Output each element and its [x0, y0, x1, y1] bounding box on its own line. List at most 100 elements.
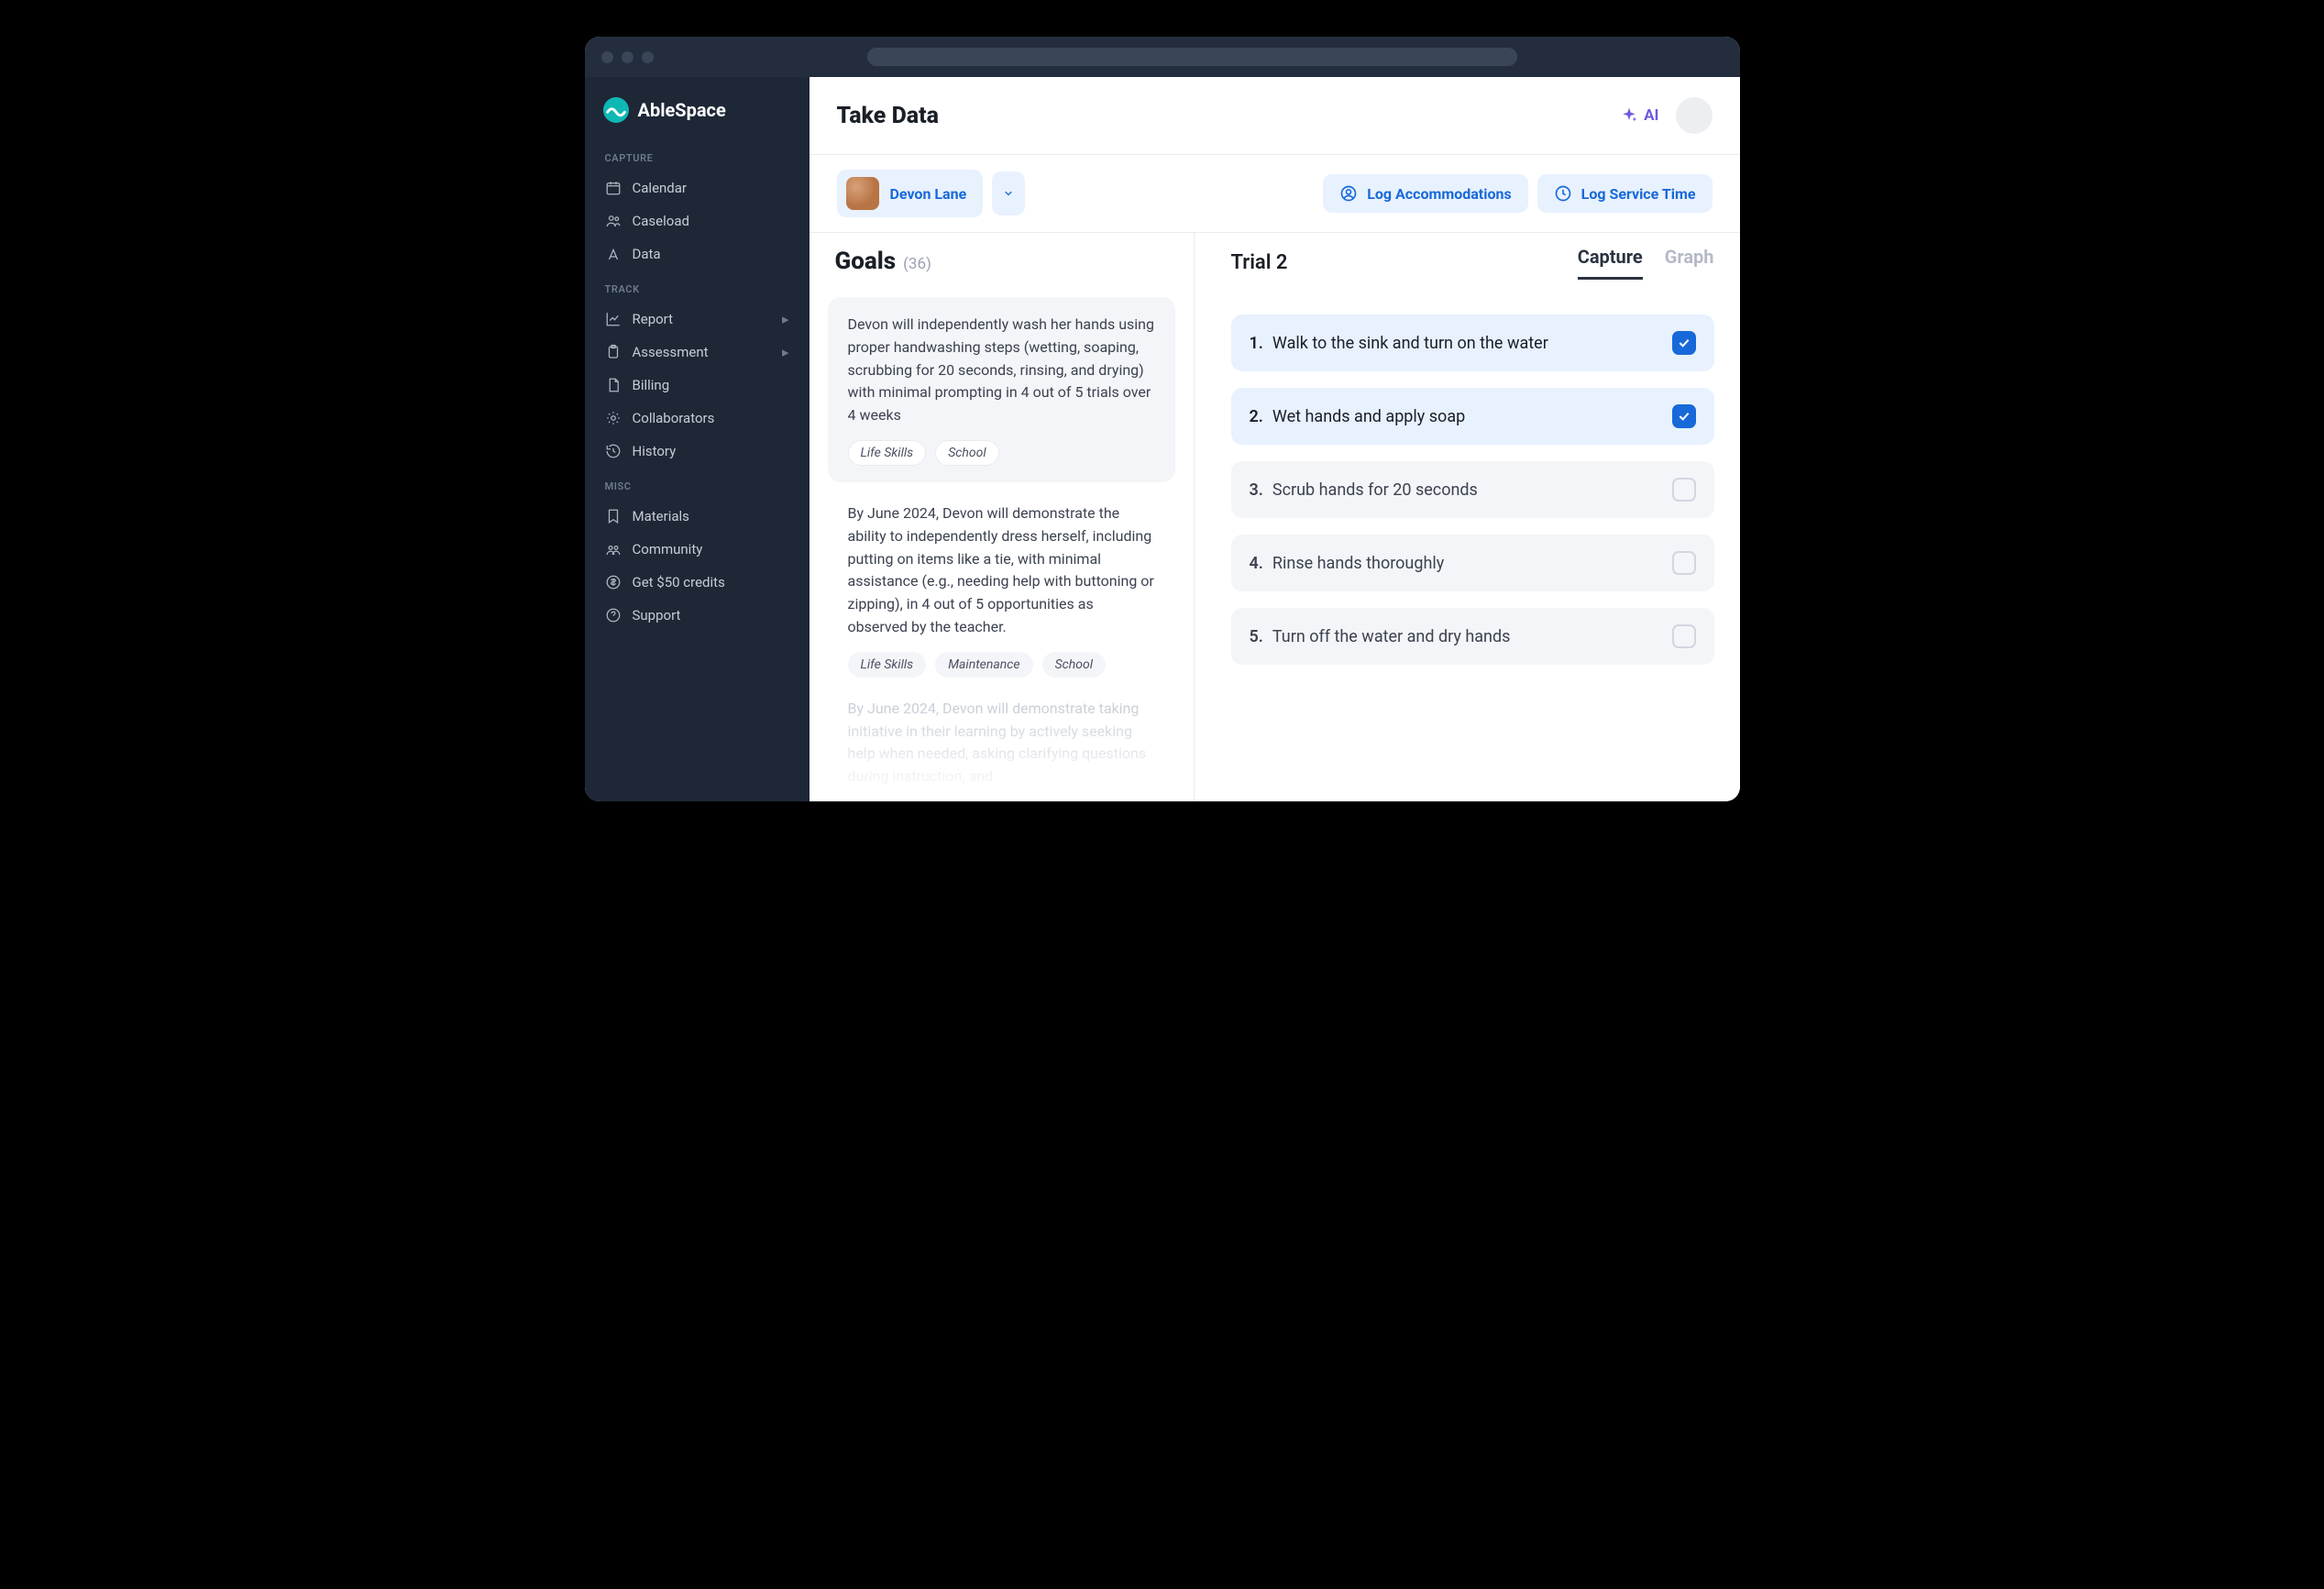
step-text: Rinse hands thoroughly [1272, 554, 1444, 573]
ai-label: AI [1644, 106, 1658, 125]
goal-text: By June 2024, Devon will demonstrate tak… [848, 698, 1155, 789]
step-text: Wet hands and apply soap [1272, 407, 1465, 426]
nav-assessment[interactable]: Assessment ▸ [585, 336, 810, 369]
task-step[interactable]: 1. Walk to the sink and turn on the wate… [1231, 314, 1714, 371]
chevron-right-icon: ▸ [782, 344, 789, 360]
goal-tag[interactable]: School [1042, 652, 1106, 678]
nav-calendar[interactable]: Calendar [585, 171, 810, 204]
task-step[interactable]: 2. Wet hands and apply soap [1231, 388, 1714, 445]
nav-report[interactable]: Report ▸ [585, 303, 810, 336]
task-step[interactable]: 4. Rinse hands thoroughly [1231, 535, 1714, 591]
help-icon [605, 607, 622, 623]
nav-collaborators[interactable]: Collaborators [585, 402, 810, 435]
tab-capture[interactable]: Capture [1578, 246, 1643, 280]
trial-column: Trial 2 Capture Graph 1. Walk to the sin… [1195, 233, 1740, 801]
goal-card[interactable]: By June 2024, Devon will demonstrate the… [828, 499, 1175, 694]
log-service-time-label: Log Service Time [1581, 185, 1696, 203]
goals-count: (36) [903, 255, 931, 273]
nav-billing[interactable]: Billing [585, 369, 810, 402]
step-number: 4. [1250, 554, 1263, 573]
step-checkbox[interactable] [1672, 551, 1696, 575]
goal-card[interactable]: Devon will independently wash her hands … [828, 297, 1175, 482]
person-circle-icon [1339, 184, 1358, 203]
step-text: Scrub hands for 20 seconds [1272, 480, 1478, 500]
traffic-minimize-icon[interactable] [622, 51, 633, 63]
step-number: 5. [1250, 627, 1263, 646]
student-avatar [846, 177, 879, 210]
nav-section-track-label: TRACK [585, 270, 810, 303]
log-accommodations-label: Log Accommodations [1367, 185, 1511, 203]
nav-item-label: Support [633, 607, 681, 623]
student-selector[interactable]: Devon Lane [837, 170, 984, 217]
nav-data[interactable]: Data [585, 237, 810, 270]
log-accommodations-button[interactable]: Log Accommodations [1323, 174, 1527, 213]
goals-column: Goals (36) Devon will independently wash… [810, 233, 1195, 801]
user-avatar[interactable] [1676, 97, 1713, 134]
nav-materials[interactable]: Materials [585, 500, 810, 533]
nav-item-label: Calendar [633, 180, 688, 196]
task-step[interactable]: 3. Scrub hands for 20 seconds [1231, 461, 1714, 518]
nav-section-capture-label: CAPTURE [585, 139, 810, 171]
nav-history[interactable]: History [585, 435, 810, 468]
step-checkbox[interactable] [1672, 404, 1696, 428]
step-number: 1. [1250, 334, 1263, 353]
nav-item-label: Billing [633, 377, 670, 393]
tab-graph[interactable]: Graph [1665, 246, 1714, 280]
student-selector-dropdown[interactable] [992, 171, 1025, 215]
bookmark-icon [605, 508, 622, 524]
traffic-close-icon[interactable] [601, 51, 613, 63]
task-step[interactable]: 5. Turn off the water and dry hands [1231, 608, 1714, 665]
calendar-icon [605, 180, 622, 196]
brand-logo-icon [603, 97, 629, 123]
check-icon [1677, 336, 1691, 350]
nav-support[interactable]: Support [585, 599, 810, 632]
trial-tabs: Capture Graph [1578, 246, 1714, 280]
goals-list[interactable]: Devon will independently wash her hands … [810, 286, 1194, 801]
tag-row: Life Skills Maintenance School [848, 652, 1155, 678]
goals-header: Goals (36) [810, 233, 1194, 286]
nav-item-label: Materials [633, 508, 689, 524]
nav-credits[interactable]: Get $50 credits [585, 566, 810, 599]
brand[interactable]: AbleSpace [585, 97, 810, 139]
goal-tag[interactable]: Life Skills [848, 440, 927, 466]
step-checkbox[interactable] [1672, 478, 1696, 502]
step-text: Walk to the sink and turn on the water [1272, 334, 1548, 353]
nav-section-misc-label: MISC [585, 468, 810, 500]
log-service-time-button[interactable]: Log Service Time [1537, 174, 1713, 213]
chevron-down-icon [1003, 188, 1014, 199]
sidebar: AbleSpace CAPTURE Calendar Caseload Data… [585, 77, 810, 801]
goal-tag[interactable]: School [935, 440, 998, 466]
step-checkbox[interactable] [1672, 624, 1696, 648]
check-icon [1677, 409, 1691, 424]
window-titlebar [585, 37, 1740, 77]
nav-item-label: History [633, 443, 677, 459]
trial-header: Trial 2 Capture Graph [1231, 246, 1714, 292]
nav-community[interactable]: Community [585, 533, 810, 566]
dollar-icon [605, 574, 622, 590]
sparkle-icon [1620, 106, 1638, 125]
main-content: Take Data AI Devon Lane Log Ac [810, 77, 1740, 801]
app-window: AbleSpace CAPTURE Calendar Caseload Data… [585, 37, 1740, 801]
trial-label: Trial 2 [1231, 251, 1288, 274]
clock-icon [1554, 184, 1572, 203]
goals-title: Goals [835, 248, 897, 275]
url-bar[interactable] [867, 48, 1518, 66]
step-list: 1. Walk to the sink and turn on the wate… [1231, 292, 1714, 665]
ai-button[interactable]: AI [1620, 106, 1658, 125]
nav-item-label: Assessment [633, 344, 709, 360]
document-icon [605, 377, 622, 393]
goal-tag[interactable]: Life Skills [848, 652, 927, 678]
nav-caseload[interactable]: Caseload [585, 204, 810, 237]
chevron-right-icon: ▸ [782, 311, 789, 327]
tag-row: Life Skills School [848, 440, 1155, 466]
community-icon [605, 541, 622, 557]
brand-name: AbleSpace [638, 99, 726, 121]
step-text: Turn off the water and dry hands [1272, 627, 1511, 646]
step-checkbox[interactable] [1672, 331, 1696, 355]
nav-item-label: Report [633, 311, 674, 327]
goal-tag[interactable]: Maintenance [935, 652, 1032, 678]
toolbar: Devon Lane Log Accommodations Log Servic… [810, 155, 1740, 233]
chart-icon [605, 311, 622, 327]
traffic-zoom-icon[interactable] [642, 51, 654, 63]
goal-card[interactable]: By June 2024, Devon will demonstrate tak… [828, 694, 1175, 801]
